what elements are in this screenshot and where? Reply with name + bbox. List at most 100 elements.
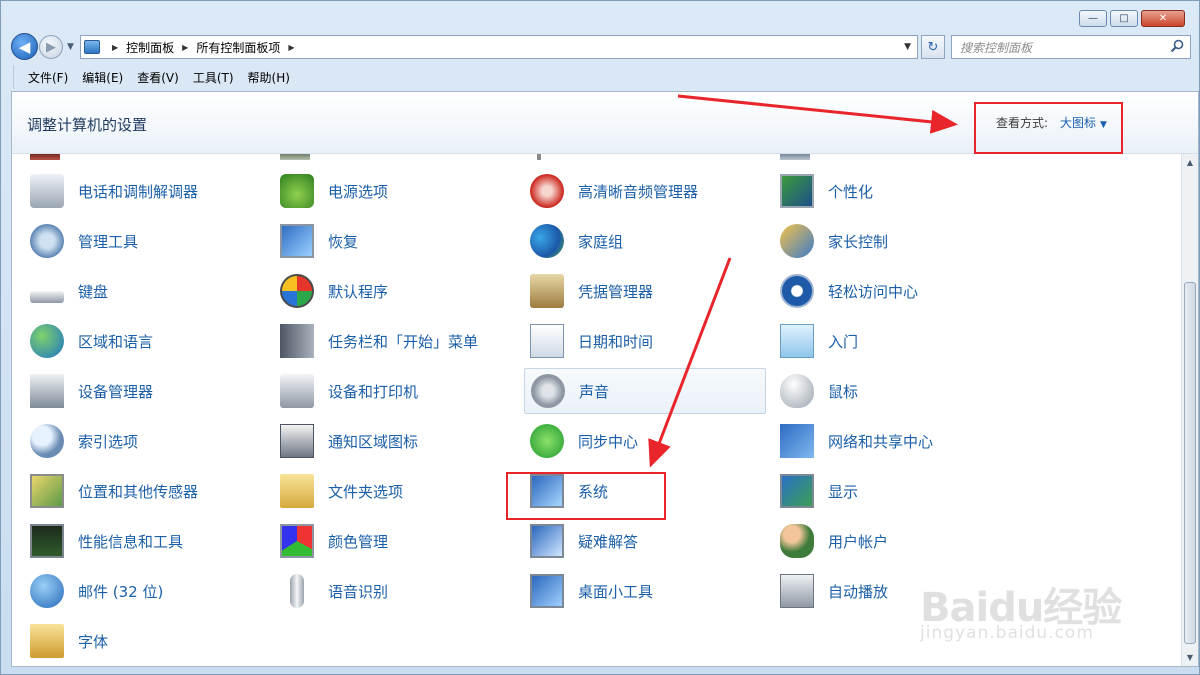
cp-item-fonts[interactable]: 字体 [16, 618, 252, 664]
cp-item-taskbar-start-menu[interactable]: 任务栏和「开始」菜单 [266, 318, 502, 364]
cp-item-label: 默认程序 [328, 282, 389, 301]
network-sharing-icon [780, 424, 814, 458]
forward-button[interactable]: ▶ [39, 35, 63, 59]
scroll-down-icon[interactable]: ▼ [1182, 649, 1198, 666]
breadcrumb-separator-icon[interactable]: ▶ [112, 43, 118, 52]
menu-file[interactable]: 文件(F) [28, 67, 68, 88]
cp-item-label: 用户帐户 [828, 532, 889, 551]
cp-item-location-sensors[interactable]: 位置和其他传感器 [16, 468, 252, 514]
vertical-scrollbar[interactable]: ▲ ▼ [1181, 154, 1198, 666]
watermark-url: jingyan.baidu.com [920, 623, 1094, 643]
cp-item-mouse[interactable]: 鼠标 [766, 368, 1002, 414]
cp-item-parental-controls[interactable]: 家长控制 [766, 218, 1002, 264]
breadcrumb-separator-icon[interactable]: ▶ [288, 43, 294, 52]
menu-help[interactable]: 帮助(H) [248, 67, 290, 88]
cp-item-recovery[interactable]: 恢复 [266, 218, 502, 264]
cp-item-label: 疑难解答 [578, 532, 639, 551]
cp-item-label: 桌面小工具 [578, 582, 654, 601]
cp-item-indexing-options[interactable]: 索引选项 [16, 418, 252, 464]
minimize-button[interactable]: — [1079, 10, 1107, 27]
cp-item-label: 设备管理器 [78, 382, 154, 401]
annotation-box-system [506, 472, 666, 520]
partial-icon [537, 154, 541, 160]
refresh-button[interactable]: ↻ [921, 35, 945, 59]
menu-tools[interactable]: 工具(T) [193, 67, 234, 88]
taskbar-start-menu-icon [280, 324, 314, 358]
search-input[interactable]: 搜索控制面板 [951, 35, 1191, 59]
search-icon[interactable] [1170, 39, 1184, 53]
cp-item-label: 通知区域图标 [328, 432, 419, 451]
cp-item-sync-center[interactable]: 同步中心 [516, 418, 752, 464]
sound-icon [531, 374, 565, 408]
recent-pages-dropdown[interactable]: ▼ [67, 42, 74, 52]
cp-item-date-time[interactable]: 日期和时间 [516, 318, 752, 364]
personalization-icon [780, 174, 814, 208]
cp-item-label: 电源选项 [328, 182, 389, 201]
cp-item-label: 语音识别 [328, 582, 389, 601]
cp-item-admin-tools[interactable]: 管理工具 [16, 218, 252, 264]
cp-item-troubleshooting[interactable]: 疑难解答 [516, 518, 752, 564]
scroll-thumb[interactable] [1184, 282, 1196, 644]
performance-tools-icon [30, 524, 64, 558]
cp-item-label: 管理工具 [78, 232, 139, 251]
cp-item-getting-started[interactable]: 入门 [766, 318, 1002, 364]
sync-center-icon [530, 424, 564, 458]
cp-item-power-options[interactable]: 电源选项 [266, 168, 502, 214]
location-sensors-icon [30, 474, 64, 508]
cp-item-keyboard[interactable]: 键盘 [16, 268, 252, 314]
cp-item-label: 恢复 [328, 232, 359, 251]
cp-item-label: 区域和语言 [78, 332, 154, 351]
cp-item-personalization[interactable]: 个性化 [766, 168, 1002, 214]
menu-view[interactable]: 查看(V) [137, 67, 179, 88]
breadcrumb-control-panel[interactable]: 控制面板 [126, 39, 174, 56]
back-button[interactable]: ◀ [11, 33, 38, 60]
cp-item-label: 字体 [78, 632, 109, 651]
cp-item-credential-manager[interactable]: 凭据管理器 [516, 268, 752, 314]
window-caption-buttons: — □ ✕ [1079, 10, 1185, 27]
control-panel-icon [84, 40, 100, 54]
credential-manager-icon [530, 274, 564, 308]
cp-item-label: 颜色管理 [328, 532, 389, 551]
cp-item-display[interactable]: 显示 [766, 468, 1002, 514]
cp-item-devices-printers[interactable]: 设备和打印机 [266, 368, 502, 414]
cp-item-notification-area[interactable]: 通知区域图标 [266, 418, 502, 464]
cp-item-homegroup[interactable]: 家庭组 [516, 218, 752, 264]
maximize-button[interactable]: □ [1110, 10, 1138, 27]
cp-item-folder-options[interactable]: 文件夹选项 [266, 468, 502, 514]
cp-item-color-management[interactable]: 颜色管理 [266, 518, 502, 564]
cp-item-user-accounts[interactable]: 用户帐户 [766, 518, 1002, 564]
cp-item-label: 鼠标 [828, 382, 859, 401]
cp-item-label: 家庭组 [578, 232, 624, 251]
cp-item-device-manager[interactable]: 设备管理器 [16, 368, 252, 414]
breadcrumb-separator-icon[interactable]: ▶ [182, 43, 188, 52]
cp-item-label: 键盘 [78, 282, 109, 301]
cp-item-label: 任务栏和「开始」菜单 [328, 332, 479, 351]
scroll-up-icon[interactable]: ▲ [1182, 154, 1198, 171]
color-management-icon [280, 524, 314, 558]
cp-item-phone-modem[interactable]: 电话和调制解调器 [16, 168, 252, 214]
cp-item-performance-tools[interactable]: 性能信息和工具 [16, 518, 252, 564]
device-manager-icon [30, 374, 64, 408]
page-title: 调整计算机的设置 [27, 116, 148, 134]
cp-item-label: 显示 [828, 482, 859, 501]
cp-item-hd-audio-manager[interactable]: 高清晰音频管理器 [516, 168, 752, 214]
power-options-icon [280, 174, 314, 208]
cp-item-label: 高清晰音频管理器 [578, 182, 699, 201]
mail-icon [30, 574, 64, 608]
cp-item-label: 索引选项 [78, 432, 139, 451]
indexing-options-icon [30, 424, 64, 458]
breadcrumb-all-items[interactable]: 所有控制面板项 [196, 39, 280, 56]
cp-item-ease-of-access[interactable]: 轻松访问中心 [766, 268, 1002, 314]
date-time-icon [530, 324, 564, 358]
cp-item-desktop-gadgets[interactable]: 桌面小工具 [516, 568, 752, 614]
address-dropdown-icon[interactable]: ▼ [904, 42, 911, 52]
cp-item-mail[interactable]: 邮件 (32 位) [16, 568, 252, 614]
cp-item-region-language[interactable]: 区域和语言 [16, 318, 252, 364]
cp-item-network-sharing[interactable]: 网络和共享中心 [766, 418, 1002, 464]
cp-item-default-programs[interactable]: 默认程序 [266, 268, 502, 314]
cp-item-speech-recognition[interactable]: 语音识别 [266, 568, 502, 614]
cp-item-sound[interactable]: 声音 [524, 368, 766, 414]
address-bar[interactable]: ▶ 控制面板 ▶ 所有控制面板项 ▶ ▼ [80, 35, 918, 59]
close-button[interactable]: ✕ [1141, 10, 1185, 27]
menu-edit[interactable]: 编辑(E) [82, 67, 123, 88]
